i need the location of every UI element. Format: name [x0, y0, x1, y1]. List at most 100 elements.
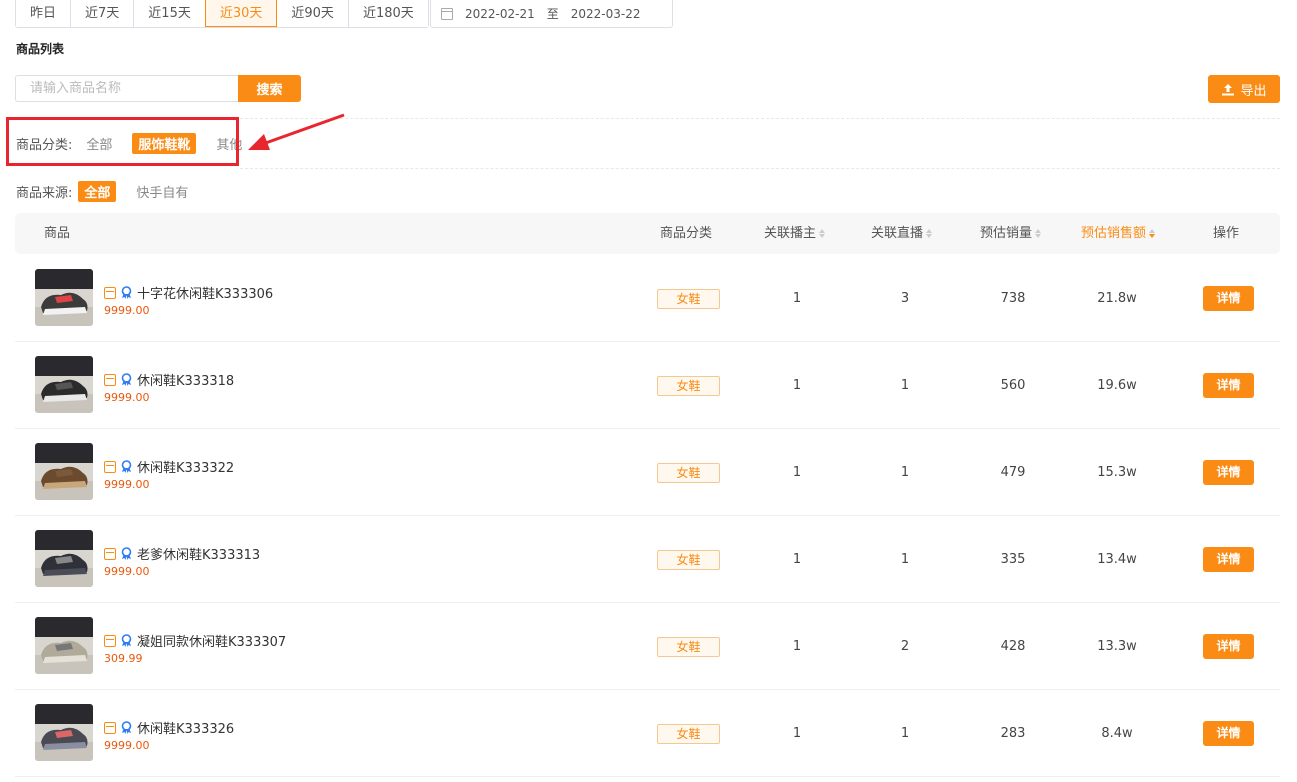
product-title: 凝姐同款休闲鞋K333307: [104, 631, 286, 650]
date-separator: 至: [546, 7, 559, 21]
table-row: 休闲鞋K333326 9999.00 女鞋 1 1 283 8.4w 详情: [15, 690, 1280, 777]
detail-button[interactable]: 详情: [1203, 547, 1254, 572]
search-button[interactable]: 搜索: [238, 75, 301, 102]
col-header-revenue-label: 预估销售额: [1081, 226, 1147, 241]
product-image[interactable]: [35, 443, 93, 500]
estimated-revenue: 13.3w: [1097, 639, 1137, 654]
upload-icon: [1221, 83, 1235, 96]
live-count: 1: [900, 552, 910, 567]
divider: [240, 118, 1280, 119]
ribbon-badge-icon: [121, 373, 132, 386]
sort-icon: [1035, 229, 1042, 238]
product-title: 十字花休闲鞋K333306: [104, 283, 273, 302]
sort-icon: [926, 229, 933, 238]
product-title: 休闲鞋K333326: [104, 718, 234, 737]
table-row: 休闲鞋K333318 9999.00 女鞋 1 1 560 19.6w 详情: [15, 342, 1280, 429]
category-tag: 女鞋: [657, 724, 720, 744]
product-name[interactable]: 凝姐同款休闲鞋K333307: [137, 631, 286, 650]
date-end[interactable]: 2022-03-22: [571, 7, 641, 21]
estimated-revenue: 13.4w: [1097, 552, 1137, 567]
tab-30-days[interactable]: 近30天: [204, 0, 278, 27]
category-tag: 女鞋: [657, 463, 720, 483]
anchor-count: 1: [792, 552, 802, 567]
estimated-sales: 428: [1000, 639, 1026, 654]
shop-icon: [104, 721, 116, 734]
product-name[interactable]: 十字花休闲鞋K333306: [137, 283, 273, 302]
product-name[interactable]: 休闲鞋K333318: [137, 370, 234, 389]
product-name[interactable]: 休闲鞋K333322: [137, 457, 234, 476]
product-image[interactable]: [35, 704, 93, 761]
source-option-kuaishou[interactable]: 快手自有: [130, 181, 194, 202]
sort-desc-icon: [1149, 229, 1156, 238]
category-tag: 女鞋: [657, 550, 720, 570]
col-header-revenue[interactable]: 预估销售额: [1081, 213, 1156, 254]
product-price: 9999.00: [104, 391, 150, 404]
detail-button[interactable]: 详情: [1203, 634, 1254, 659]
live-count: 2: [900, 639, 910, 654]
live-count: 3: [900, 291, 910, 306]
date-range-picker[interactable]: 2022-02-21 至 2022-03-22: [430, 0, 673, 28]
shop-icon: [104, 547, 116, 560]
product-title: 休闲鞋K333322: [104, 457, 234, 476]
ribbon-badge-icon: [121, 634, 132, 647]
col-header-lives-label: 关联直播: [871, 226, 924, 241]
tab-15-days[interactable]: 近15天: [134, 0, 206, 27]
category-tag: 女鞋: [657, 637, 720, 657]
detail-button[interactable]: 详情: [1203, 373, 1254, 398]
product-title: 休闲鞋K333318: [104, 370, 234, 389]
estimated-revenue: 8.4w: [1101, 726, 1133, 741]
product-image[interactable]: [35, 269, 93, 326]
divider: [240, 168, 1280, 169]
source-option-all[interactable]: 全部: [78, 181, 117, 202]
live-count: 1: [900, 726, 910, 741]
live-count: 1: [900, 378, 910, 393]
shop-icon: [104, 634, 116, 647]
anchor-count: 1: [792, 291, 802, 306]
annotation-arrow-icon: [248, 113, 345, 150]
product-price: 309.99: [104, 652, 143, 665]
estimated-revenue: 19.6w: [1097, 378, 1137, 393]
export-button[interactable]: 导出: [1208, 75, 1280, 103]
anchor-count: 1: [792, 639, 802, 654]
col-header-sales-label: 预估销量: [980, 226, 1033, 241]
product-price: 9999.00: [104, 739, 150, 752]
detail-button[interactable]: 详情: [1203, 460, 1254, 485]
tab-90-days[interactable]: 近90天: [277, 0, 349, 27]
table-row: 凝姐同款休闲鞋K333307 309.99 女鞋 1 2 428 13.3w 详情: [15, 603, 1280, 690]
table-row: 老爹休闲鞋K333313 9999.00 女鞋 1 1 335 13.4w 详情: [15, 516, 1280, 603]
col-header-lives[interactable]: 关联直播: [871, 213, 933, 254]
tab-yesterday[interactable]: 昨日: [16, 0, 72, 27]
product-name[interactable]: 老爹休闲鞋K333313: [137, 544, 260, 563]
table-row: 休闲鞋K333322 9999.00 女鞋 1 1 479 15.3w 详情: [15, 429, 1280, 516]
col-header-category: 商品分类: [660, 226, 713, 241]
product-price: 9999.00: [104, 565, 150, 578]
detail-button[interactable]: 详情: [1203, 286, 1254, 311]
shop-icon: [104, 460, 116, 473]
product-image[interactable]: [35, 617, 93, 674]
estimated-sales: 335: [1000, 552, 1026, 567]
col-header-anchors[interactable]: 关联播主: [764, 213, 826, 254]
live-count: 1: [900, 465, 910, 480]
detail-button[interactable]: 详情: [1203, 721, 1254, 746]
ribbon-badge-icon: [121, 460, 132, 473]
estimated-sales: 738: [1000, 291, 1026, 306]
col-header-action: 操作: [1213, 226, 1240, 241]
product-price: 9999.00: [104, 478, 150, 491]
search-input[interactable]: [15, 75, 239, 102]
ribbon-badge-icon: [121, 547, 132, 560]
product-image[interactable]: [35, 530, 93, 587]
date-start[interactable]: 2022-02-21: [465, 7, 535, 21]
shop-icon: [104, 286, 116, 299]
product-image[interactable]: [35, 356, 93, 413]
col-header-product: 商品: [44, 226, 71, 241]
tab-180-days[interactable]: 近180天: [348, 0, 428, 27]
product-name[interactable]: 休闲鞋K333326: [137, 718, 234, 737]
sort-icon: [819, 229, 826, 238]
ribbon-badge-icon: [121, 286, 132, 299]
estimated-revenue: 15.3w: [1097, 465, 1137, 480]
source-filter: 商品来源: 全部 快手自有: [16, 181, 208, 202]
col-header-sales[interactable]: 预估销量: [980, 213, 1042, 254]
category-tag: 女鞋: [657, 376, 720, 396]
tab-7-days[interactable]: 近7天: [71, 0, 135, 27]
ribbon-badge-icon: [121, 721, 132, 734]
